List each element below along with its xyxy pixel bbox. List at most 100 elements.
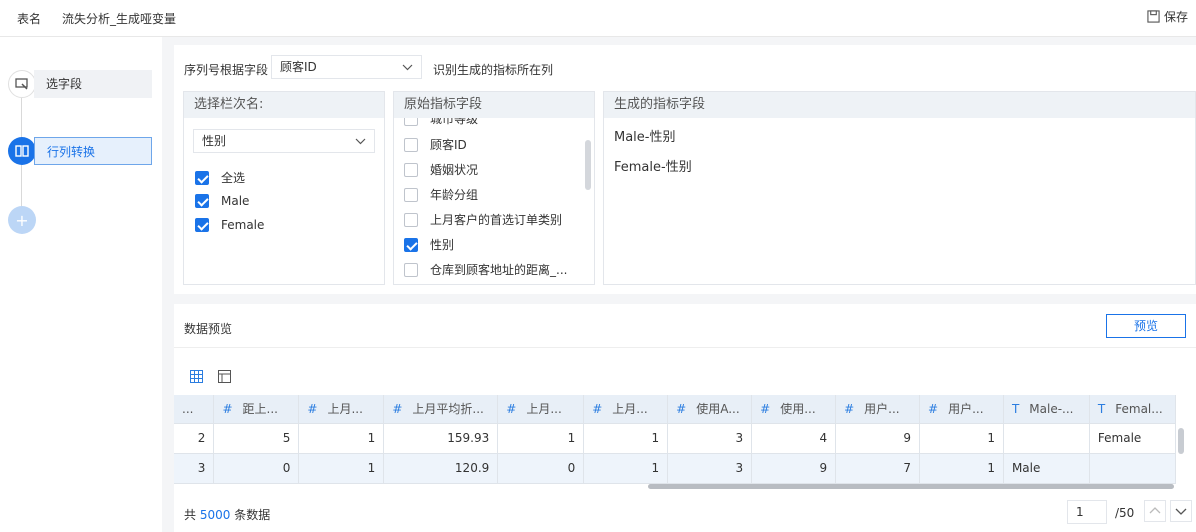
chevron-up-icon: [1149, 507, 1161, 514]
total-count: 共 5000 条数据: [184, 506, 270, 523]
table-cell: 2: [174, 423, 215, 454]
column-name-picker: 选择栏次名: 性别 全选 Male Female: [183, 91, 385, 285]
table-name-value: 流失分析_生成哑变量: [62, 12, 177, 26]
column-header[interactable]: # 使用A...: [667, 395, 753, 424]
horizontal-scrollbar[interactable]: [648, 484, 1174, 489]
column-header[interactable]: # 上月...: [497, 395, 585, 424]
table-cell: 1: [583, 453, 669, 484]
table-cell: 4: [751, 423, 837, 454]
number-type-icon: #: [307, 402, 318, 417]
preview-table-wrap: ... # 距上... # 上月... # 上月平均折... # 上月... # 上月..…: [174, 395, 1176, 485]
table-cell: 0: [213, 453, 300, 484]
number-type-icon: #: [928, 402, 939, 417]
transform-config-panel: 序列号根据字段 顾客ID 识别生成的指标所在列 选择栏次名: 性别 全选 Mal…: [174, 45, 1196, 294]
table-row: 2 5 1 159.93 1 1 3 4 9 1 Female: [174, 423, 1176, 454]
column-header[interactable]: # 上月...: [583, 395, 669, 424]
checkbox[interactable]: [195, 170, 209, 185]
number-type-icon: #: [676, 402, 687, 417]
checkbox-male[interactable]: Male: [195, 194, 249, 208]
seq-field-value: 顾客ID: [280, 60, 317, 74]
add-step-button[interactable]: +: [8, 206, 36, 234]
column-name-select[interactable]: 性别: [193, 129, 375, 153]
col1-header: 选择栏次名:: [184, 92, 384, 118]
column-header[interactable]: T Male-...: [1003, 395, 1090, 424]
chevron-down-icon: [402, 64, 413, 71]
field-label: 年龄分组: [430, 188, 479, 202]
column-header[interactable]: # 上月...: [298, 395, 385, 424]
column-header[interactable]: # 用户...: [835, 395, 921, 424]
checkbox[interactable]: [404, 262, 418, 277]
checkbox[interactable]: [195, 194, 209, 208]
checkbox[interactable]: [404, 237, 418, 252]
table-cell: 1: [497, 423, 585, 454]
field-item[interactable]: 仓库到顾客地址的距离_...: [404, 261, 567, 278]
field-view-icon[interactable]: [218, 370, 231, 383]
column-header[interactable]: # 距上...: [213, 395, 300, 424]
original-field-list: 原始指标字段 城市等级 顾客ID 婚姻状况 年龄分组 上月客户的首选订单类别 性…: [393, 91, 595, 285]
checkbox-label: Female: [221, 218, 265, 232]
column-header[interactable]: ...: [174, 395, 215, 424]
table-cell: 159.93: [383, 423, 499, 454]
field-item[interactable]: 上月客户的首选订单类别: [404, 211, 562, 228]
field-item[interactable]: 年龄分组: [404, 186, 478, 203]
table-cell: 1: [298, 423, 385, 454]
column-header[interactable]: T Femal...: [1089, 395, 1176, 424]
checkbox[interactable]: [404, 187, 418, 202]
table-name-label: 表名: [17, 12, 42, 26]
vertical-scrollbar[interactable]: [1178, 428, 1184, 454]
table-cell: 9: [835, 423, 921, 454]
next-page-button[interactable]: [1170, 500, 1192, 522]
table-cell: 1: [919, 423, 1004, 454]
preview-button[interactable]: 预览: [1106, 314, 1186, 338]
data-preview-panel: 数据预览 预览 ... # 距上... # 上月... # 上月平均折... # 上月.…: [174, 304, 1196, 532]
transform-icon: [8, 137, 36, 165]
generated-field: Female-性别: [614, 160, 692, 175]
checkbox[interactable]: [404, 162, 418, 177]
step-label: 行列转换: [34, 137, 152, 165]
grid-view-icon[interactable]: [190, 370, 203, 383]
checkbox-female[interactable]: Female: [195, 218, 264, 232]
table-cell: 1: [298, 453, 385, 484]
field-item[interactable]: 性别: [404, 236, 454, 253]
number-type-icon: #: [760, 402, 771, 417]
save-button[interactable]: 保存: [1147, 8, 1188, 25]
save-label: 保存: [1163, 10, 1188, 24]
number-type-icon: #: [222, 402, 233, 417]
checkbox-select-all[interactable]: 全选: [195, 169, 245, 186]
column-name-value: 性别: [202, 134, 227, 148]
preview-title: 数据预览: [184, 322, 233, 336]
field-label: 仓库到顾客地址的距离_...: [430, 263, 568, 277]
step-label: 选字段: [34, 70, 152, 98]
prev-page-button[interactable]: [1144, 500, 1166, 522]
field-item[interactable]: 婚姻状况: [404, 161, 478, 178]
table-cell: 9: [751, 453, 837, 484]
column-header[interactable]: # 上月平均折...: [383, 395, 499, 424]
checkbox-label: Male: [221, 194, 250, 208]
chevron-down-icon: [1175, 508, 1187, 515]
divider: [174, 347, 1196, 348]
col3-header: 生成的指标字段: [604, 92, 1195, 118]
table-cell: 1: [919, 453, 1004, 484]
table-cell: 3: [174, 453, 215, 484]
scrollbar[interactable]: [585, 140, 591, 190]
page-input[interactable]: 1: [1067, 500, 1107, 524]
save-icon: [1147, 10, 1160, 23]
column-header[interactable]: # 用户...: [919, 395, 1004, 424]
checkbox-label: 全选: [221, 171, 246, 185]
checkbox[interactable]: [404, 212, 418, 227]
table-cell: 1: [583, 423, 669, 454]
column-header[interactable]: # 使用...: [751, 395, 837, 424]
seq-field-select[interactable]: 顾客ID: [271, 55, 422, 79]
col2-header-overlay: 原始指标字段: [394, 92, 594, 118]
step-select-fields[interactable]: 选字段: [8, 70, 152, 98]
field-item[interactable]: 顾客ID: [404, 136, 467, 153]
checkbox[interactable]: [404, 137, 418, 152]
checkbox[interactable]: [195, 218, 209, 232]
step-row-col-transform[interactable]: 行列转换: [8, 137, 152, 165]
table-cell: Male: [1003, 453, 1090, 484]
step-sidebar: 选字段 行列转换 +: [0, 37, 162, 532]
number-type-icon: #: [592, 402, 603, 417]
field-label: 顾客ID: [430, 138, 467, 152]
preview-table: ... # 距上... # 上月... # 上月平均折... # 上月... # 上月..…: [174, 395, 1176, 484]
number-type-icon: #: [844, 402, 855, 417]
